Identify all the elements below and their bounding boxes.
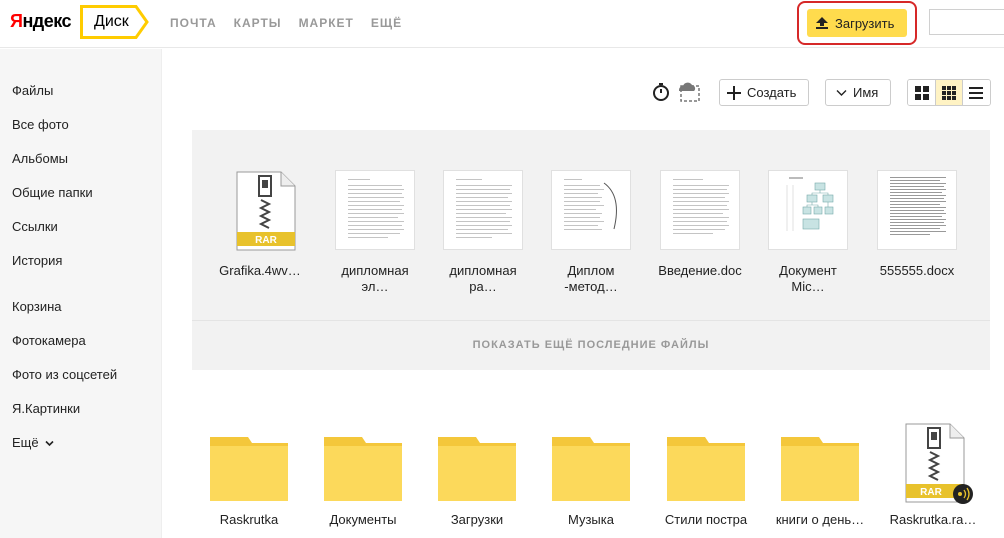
sidebar: Файлы Все фото Альбомы Общие папки Ссылк… [0, 49, 162, 538]
nav-mail[interactable]: ПОЧТА [170, 16, 217, 30]
rar-badge: RAR [255, 235, 277, 246]
upload-button[interactable]: Загрузить [807, 9, 907, 37]
folder-name: Загрузки [450, 512, 504, 527]
chevron-down-icon [45, 440, 54, 447]
recent-file[interactable]: Введение.doc [645, 170, 755, 278]
sidebar-item-albums[interactable]: Альбомы [12, 151, 68, 166]
nav-market[interactable]: МАРКЕТ [299, 16, 354, 30]
show-more-recent-button[interactable]: ПОКАЗАТЬ ЕЩЁ ПОСЛЕДНИЕ ФАЙЛЫ [192, 339, 990, 351]
file-name: Raskrutka.ra… [889, 512, 977, 527]
sidebar-item-more-label: Ещё [12, 435, 39, 450]
yandex-logo[interactable]: Яндекс [10, 11, 72, 32]
upload-label: Загрузить [835, 15, 895, 31]
recent-file-name: дипломная ра… [449, 263, 517, 294]
document-thumbnail [551, 170, 631, 250]
recent-file-name: дипломная эл… [341, 263, 409, 294]
nav-more[interactable]: ЕЩЁ [371, 16, 402, 30]
sidebar-item-camera[interactable]: Фотокамера [12, 333, 86, 348]
view-switcher [907, 79, 991, 106]
large-tiles-view-button[interactable] [908, 80, 936, 105]
nav-maps[interactable]: КАРТЫ [234, 16, 282, 30]
create-button[interactable]: Создать [719, 79, 809, 106]
folder-name: Документы [329, 512, 397, 527]
folder-icon [552, 437, 630, 501]
document-thumbnail [877, 170, 957, 250]
folder-name: Стили постра [664, 512, 748, 527]
recent-file-name: Документ Mic… [779, 263, 837, 294]
search-input[interactable] [929, 9, 1004, 35]
create-label: Создать [747, 85, 797, 100]
sidebar-item-trash[interactable]: Корзина [12, 299, 62, 314]
top-nav: ПОЧТА КАРТЫ МАРКЕТ ЕЩЁ [170, 16, 402, 30]
plus-icon [727, 85, 741, 100]
svg-text:RAR: RAR [920, 487, 942, 498]
document-thumbnail [443, 170, 523, 250]
list-icon [969, 86, 984, 99]
recent-file-name: Grafika.4wv… [219, 263, 301, 278]
header: Яндекс Диск ПОЧТА КАРТЫ МАРКЕТ ЕЩЁ Загру… [0, 0, 1004, 48]
list-view-button[interactable] [962, 80, 990, 105]
upload-icon [816, 17, 828, 29]
small-grid-icon [941, 85, 956, 100]
recent-file[interactable]: 555555.docx [862, 170, 972, 278]
sidebar-item-shared-folders[interactable]: Общие папки [12, 185, 93, 200]
folder-name: книги о день… [775, 512, 865, 527]
sidebar-item-more[interactable]: Ещё [12, 435, 54, 450]
sidebar-item-social-photos[interactable]: Фото из соцсетей [12, 367, 117, 382]
document-thumbnail [335, 170, 415, 250]
folder-icon [781, 437, 859, 501]
disk-tab[interactable]: Диск [80, 5, 149, 39]
sidebar-item-all-photos[interactable]: Все фото [12, 117, 69, 132]
chevron-down-icon [836, 89, 847, 96]
cloud-select-icon[interactable] [676, 80, 702, 109]
folder-icon [667, 437, 745, 501]
disk-tab-label: Диск [94, 13, 129, 30]
folder-icon [210, 437, 288, 501]
sort-button[interactable]: Имя [825, 79, 891, 106]
folder-icon [438, 437, 516, 501]
document-thumbnail [660, 170, 740, 250]
recent-file[interactable]: Диплом -метод… [536, 170, 646, 294]
small-tiles-view-button[interactable] [935, 80, 963, 105]
timer-icon[interactable] [651, 82, 671, 107]
recent-file[interactable]: дипломная эл… [320, 170, 430, 294]
large-grid-icon [914, 85, 929, 100]
sidebar-item-files[interactable]: Файлы [12, 83, 53, 98]
rar-file-icon: RAR [236, 171, 296, 251]
diagram-thumbnail [768, 170, 848, 250]
folder-name: Музыка [568, 512, 614, 527]
folder-name: Raskrutka [219, 512, 279, 527]
recent-file[interactable]: дипломная ра… [428, 170, 538, 294]
recent-divider [192, 320, 990, 321]
recent-files-panel: ПОКАЗАТЬ ЕЩЁ ПОСЛЕДНИЕ ФАЙЛЫ [192, 130, 990, 370]
rar-file-icon: RAR [905, 423, 973, 504]
recent-file-name: 555555.docx [879, 263, 955, 278]
folder-icon [324, 437, 402, 501]
recent-file[interactable]: Документ Mic… [753, 170, 863, 294]
upload-highlight: Загрузить [797, 1, 917, 45]
recent-file-name: Диплом -метод… [564, 263, 618, 294]
sidebar-item-history[interactable]: История [12, 253, 62, 268]
sidebar-item-links[interactable]: Ссылки [12, 219, 58, 234]
recent-file-name: Введение.doc [658, 263, 742, 278]
sort-label: Имя [853, 85, 879, 100]
sidebar-item-ya-images[interactable]: Я.Картинки [12, 401, 80, 416]
